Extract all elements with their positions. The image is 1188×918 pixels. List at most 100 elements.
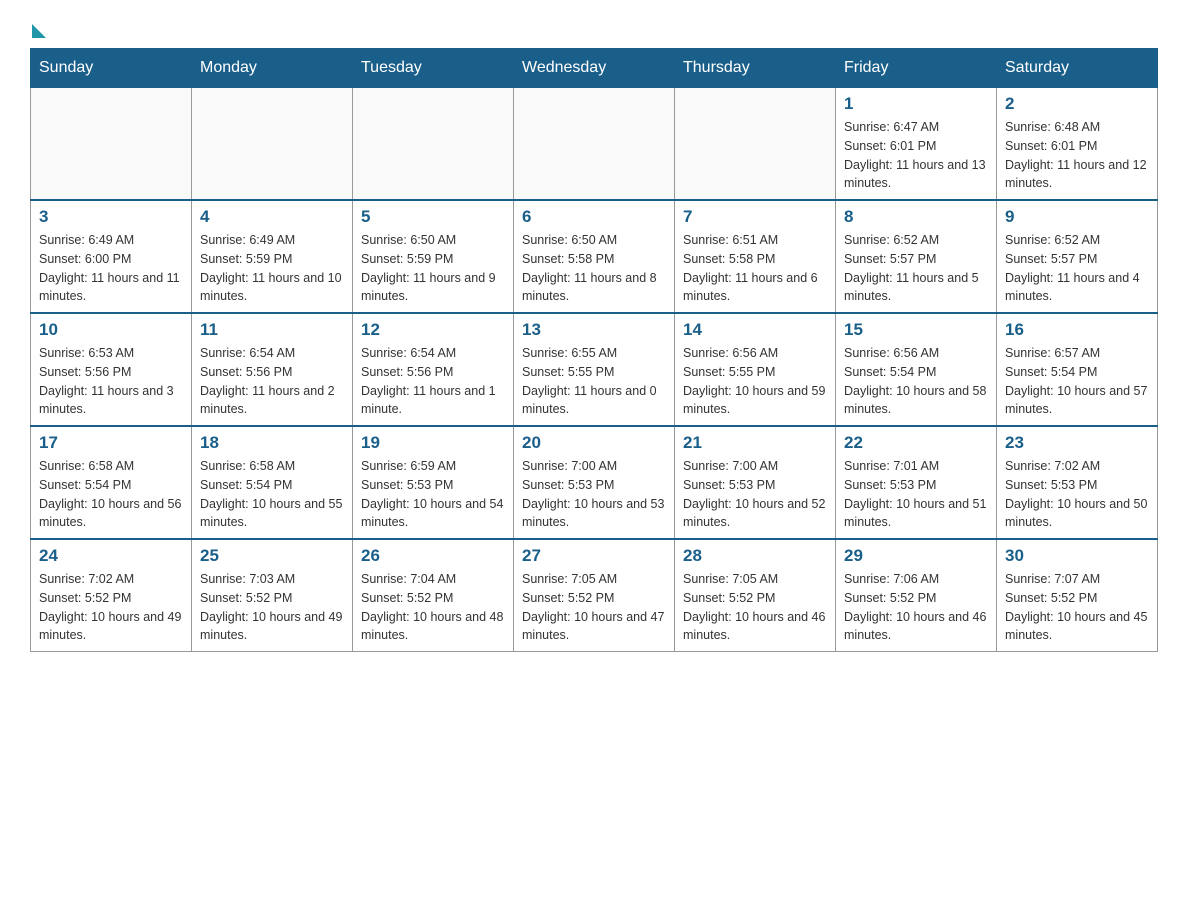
calendar-cell: 8 Sunrise: 6:52 AMSunset: 5:57 PMDaylight… [836, 200, 997, 313]
calendar-cell: 6 Sunrise: 6:50 AMSunset: 5:58 PMDaylight… [514, 200, 675, 313]
day-info: Sunrise: 6:49 AMSunset: 6:00 PMDaylight:… [39, 231, 183, 306]
calendar-week-row: 24 Sunrise: 7:02 AMSunset: 5:52 PMDayligh… [31, 539, 1158, 652]
day-info: Sunrise: 6:58 AMSunset: 5:54 PMDaylight:… [200, 457, 344, 532]
calendar-cell: 3 Sunrise: 6:49 AMSunset: 6:00 PMDaylight… [31, 200, 192, 313]
day-info: Sunrise: 6:52 AMSunset: 5:57 PMDaylight:… [1005, 231, 1149, 306]
calendar-cell: 26 Sunrise: 7:04 AMSunset: 5:52 PMDayligh… [353, 539, 514, 652]
calendar-cell: 12 Sunrise: 6:54 AMSunset: 5:56 PMDayligh… [353, 313, 514, 426]
day-info: Sunrise: 6:54 AMSunset: 5:56 PMDaylight:… [361, 344, 505, 419]
day-info: Sunrise: 7:02 AMSunset: 5:52 PMDaylight:… [39, 570, 183, 645]
day-number: 9 [1005, 207, 1149, 227]
calendar-cell [192, 88, 353, 201]
calendar-cell: 1 Sunrise: 6:47 AMSunset: 6:01 PMDaylight… [836, 88, 997, 201]
day-info: Sunrise: 6:59 AMSunset: 5:53 PMDaylight:… [361, 457, 505, 532]
day-info: Sunrise: 7:07 AMSunset: 5:52 PMDaylight:… [1005, 570, 1149, 645]
page-header [30, 20, 1158, 38]
calendar-week-row: 10Sunrise: 6:53 AMSunset: 5:56 PMDayligh… [31, 313, 1158, 426]
calendar-cell: 17Sunrise: 6:58 AMSunset: 5:54 PMDayligh… [31, 426, 192, 539]
calendar-cell: 19 Sunrise: 6:59 AMSunset: 5:53 PMDayligh… [353, 426, 514, 539]
day-number: 11 [200, 320, 344, 340]
day-number: 16 [1005, 320, 1149, 340]
day-info: Sunrise: 6:56 AMSunset: 5:55 PMDaylight:… [683, 344, 827, 419]
calendar-cell: 15Sunrise: 6:56 AMSunset: 5:54 PMDayligh… [836, 313, 997, 426]
calendar-cell [353, 88, 514, 201]
day-info: Sunrise: 6:55 AMSunset: 5:55 PMDaylight:… [522, 344, 666, 419]
calendar-cell: 30 Sunrise: 7:07 AMSunset: 5:52 PMDayligh… [997, 539, 1158, 652]
day-number: 7 [683, 207, 827, 227]
day-number: 3 [39, 207, 183, 227]
calendar-week-row: 1 Sunrise: 6:47 AMSunset: 6:01 PMDaylight… [31, 88, 1158, 201]
day-info: Sunrise: 7:06 AMSunset: 5:52 PMDaylight:… [844, 570, 988, 645]
day-number: 8 [844, 207, 988, 227]
weekday-header-friday: Friday [836, 49, 997, 88]
day-info: Sunrise: 6:52 AMSunset: 5:57 PMDaylight:… [844, 231, 988, 306]
calendar-cell: 21 Sunrise: 7:00 AMSunset: 5:53 PMDayligh… [675, 426, 836, 539]
calendar-cell: 14 Sunrise: 6:56 AMSunset: 5:55 PMDayligh… [675, 313, 836, 426]
day-number: 22 [844, 433, 988, 453]
day-info: Sunrise: 6:49 AMSunset: 5:59 PMDaylight:… [200, 231, 344, 306]
calendar-cell: 2 Sunrise: 6:48 AMSunset: 6:01 PMDaylight… [997, 88, 1158, 201]
day-info: Sunrise: 7:00 AMSunset: 5:53 PMDaylight:… [683, 457, 827, 532]
day-info: Sunrise: 7:03 AMSunset: 5:52 PMDaylight:… [200, 570, 344, 645]
day-number: 23 [1005, 433, 1149, 453]
day-number: 1 [844, 94, 988, 114]
day-number: 15 [844, 320, 988, 340]
day-info: Sunrise: 7:00 AMSunset: 5:53 PMDaylight:… [522, 457, 666, 532]
calendar-cell: 5Sunrise: 6:50 AMSunset: 5:59 PMDaylight… [353, 200, 514, 313]
weekday-header-wednesday: Wednesday [514, 49, 675, 88]
calendar-cell: 23 Sunrise: 7:02 AMSunset: 5:53 PMDayligh… [997, 426, 1158, 539]
day-number: 6 [522, 207, 666, 227]
day-number: 19 [361, 433, 505, 453]
weekday-header-saturday: Saturday [997, 49, 1158, 88]
day-info: Sunrise: 7:01 AMSunset: 5:53 PMDaylight:… [844, 457, 988, 532]
day-number: 21 [683, 433, 827, 453]
day-info: Sunrise: 6:54 AMSunset: 5:56 PMDaylight:… [200, 344, 344, 419]
calendar-cell: 9 Sunrise: 6:52 AMSunset: 5:57 PMDaylight… [997, 200, 1158, 313]
calendar-cell: 13 Sunrise: 6:55 AMSunset: 5:55 PMDayligh… [514, 313, 675, 426]
day-number: 30 [1005, 546, 1149, 566]
day-number: 20 [522, 433, 666, 453]
calendar-cell: 22 Sunrise: 7:01 AMSunset: 5:53 PMDayligh… [836, 426, 997, 539]
day-info: Sunrise: 6:53 AMSunset: 5:56 PMDaylight:… [39, 344, 183, 419]
day-number: 14 [683, 320, 827, 340]
calendar-cell: 20 Sunrise: 7:00 AMSunset: 5:53 PMDayligh… [514, 426, 675, 539]
day-info: Sunrise: 6:47 AMSunset: 6:01 PMDaylight:… [844, 118, 988, 193]
day-number: 12 [361, 320, 505, 340]
day-number: 18 [200, 433, 344, 453]
day-info: Sunrise: 7:02 AMSunset: 5:53 PMDaylight:… [1005, 457, 1149, 532]
calendar-cell: 7 Sunrise: 6:51 AMSunset: 5:58 PMDaylight… [675, 200, 836, 313]
day-number: 17 [39, 433, 183, 453]
calendar-cell: 28Sunrise: 7:05 AMSunset: 5:52 PMDayligh… [675, 539, 836, 652]
day-info: Sunrise: 7:05 AMSunset: 5:52 PMDaylight:… [522, 570, 666, 645]
calendar-cell: 18 Sunrise: 6:58 AMSunset: 5:54 PMDayligh… [192, 426, 353, 539]
day-number: 4 [200, 207, 344, 227]
day-number: 27 [522, 546, 666, 566]
day-info: Sunrise: 6:51 AMSunset: 5:58 PMDaylight:… [683, 231, 827, 306]
weekday-header-sunday: Sunday [31, 49, 192, 88]
day-info: Sunrise: 6:50 AMSunset: 5:58 PMDaylight:… [522, 231, 666, 306]
weekday-header-monday: Monday [192, 49, 353, 88]
calendar-week-row: 3 Sunrise: 6:49 AMSunset: 6:00 PMDaylight… [31, 200, 1158, 313]
day-number: 26 [361, 546, 505, 566]
day-number: 13 [522, 320, 666, 340]
day-number: 29 [844, 546, 988, 566]
day-number: 2 [1005, 94, 1149, 114]
day-number: 24 [39, 546, 183, 566]
day-info: Sunrise: 7:04 AMSunset: 5:52 PMDaylight:… [361, 570, 505, 645]
calendar-cell: 11 Sunrise: 6:54 AMSunset: 5:56 PMDayligh… [192, 313, 353, 426]
logo [30, 20, 46, 38]
calendar-cell: 25Sunrise: 7:03 AMSunset: 5:52 PMDayligh… [192, 539, 353, 652]
calendar-cell [514, 88, 675, 201]
day-info: Sunrise: 7:05 AMSunset: 5:52 PMDaylight:… [683, 570, 827, 645]
calendar-cell: 24 Sunrise: 7:02 AMSunset: 5:52 PMDayligh… [31, 539, 192, 652]
calendar-cell [675, 88, 836, 201]
calendar-cell: 10Sunrise: 6:53 AMSunset: 5:56 PMDayligh… [31, 313, 192, 426]
weekday-header-thursday: Thursday [675, 49, 836, 88]
calendar-cell: 29 Sunrise: 7:06 AMSunset: 5:52 PMDayligh… [836, 539, 997, 652]
weekday-header-row: SundayMondayTuesdayWednesdayThursdayFrid… [31, 49, 1158, 88]
day-info: Sunrise: 6:48 AMSunset: 6:01 PMDaylight:… [1005, 118, 1149, 193]
calendar-table: SundayMondayTuesdayWednesdayThursdayFrid… [30, 48, 1158, 652]
calendar-cell: 27 Sunrise: 7:05 AMSunset: 5:52 PMDayligh… [514, 539, 675, 652]
calendar-cell: 16Sunrise: 6:57 AMSunset: 5:54 PMDayligh… [997, 313, 1158, 426]
calendar-cell [31, 88, 192, 201]
